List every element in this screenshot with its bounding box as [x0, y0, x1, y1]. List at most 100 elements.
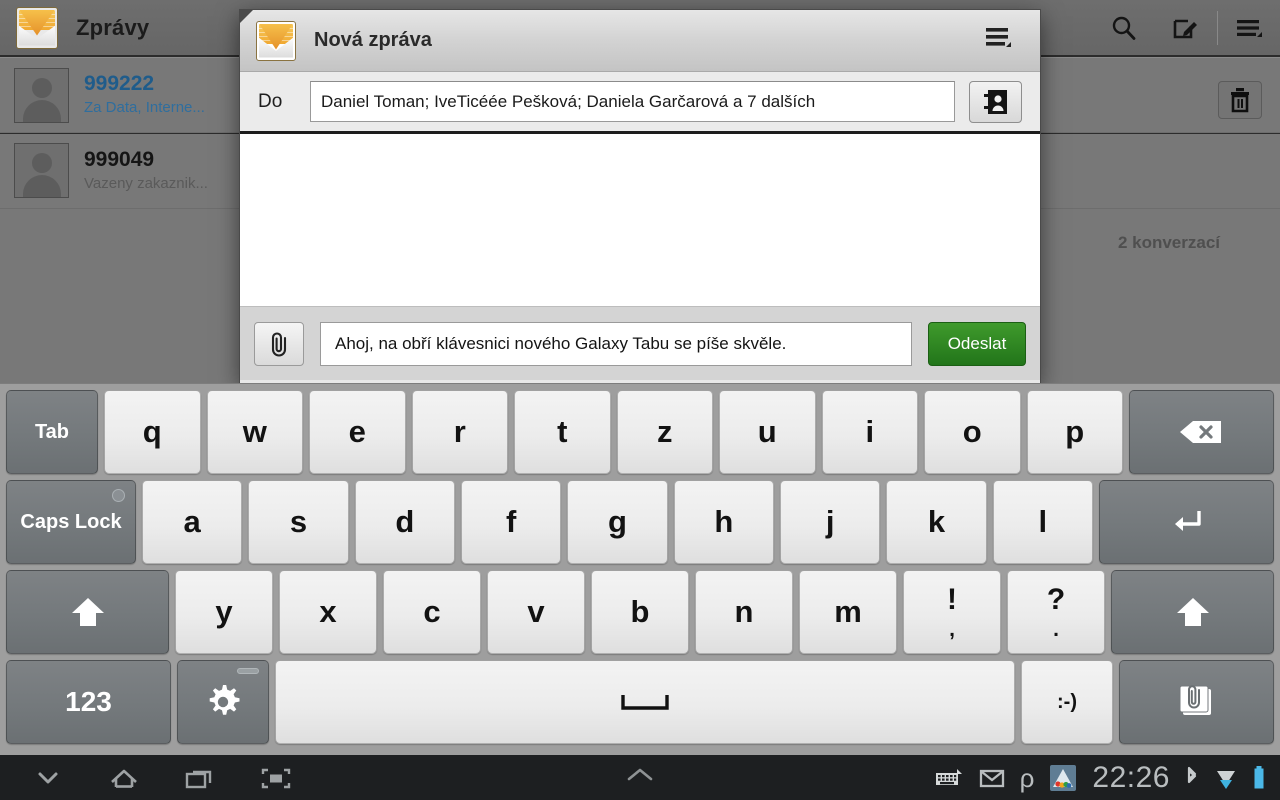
key-d[interactable]: d	[354, 480, 455, 564]
key-s[interactable]: s	[248, 480, 349, 564]
key-attach[interactable]	[1119, 660, 1274, 744]
key-label: i	[865, 414, 875, 449]
key-label: Tab	[34, 420, 70, 443]
key-r[interactable]: r	[411, 390, 508, 474]
compose-bar: Ahoj, na obří klávesnici nového Galaxy T…	[240, 306, 1040, 380]
key-g[interactable]: g	[567, 480, 668, 564]
keyboard-icon[interactable]	[934, 766, 964, 790]
key-f[interactable]: f	[460, 480, 562, 564]
key-label: k	[927, 504, 946, 539]
key-a[interactable]: a	[142, 480, 243, 564]
key-t[interactable]: t	[514, 390, 611, 474]
key-enter[interactable]	[1098, 480, 1274, 564]
message-body-area[interactable]	[240, 134, 1040, 306]
message-input[interactable]: Ahoj, na obří klávesnici nového Galaxy T…	[320, 321, 912, 366]
key-label: g	[608, 504, 627, 539]
attach-button[interactable]	[254, 321, 304, 366]
dialog-title-bar: Nová zpráva	[240, 10, 1040, 72]
key-b[interactable]: b	[591, 570, 689, 654]
key-label: p	[1065, 414, 1085, 449]
key-label: t	[557, 414, 568, 449]
rho-icon[interactable]: ρ	[1020, 765, 1035, 791]
key-label: o	[962, 414, 982, 449]
key-sublabel: ,	[949, 617, 955, 641]
key-q[interactable]: q	[104, 390, 201, 474]
key-i[interactable]: i	[821, 390, 918, 474]
key-label: b	[630, 594, 650, 629]
dialog-title: Nová zpráva	[314, 29, 432, 51]
key-label: a	[183, 504, 201, 539]
search-icon[interactable]	[1093, 0, 1155, 55]
key-label: d	[395, 504, 415, 539]
dialog-body: Do Daniel Toman; IveTicéée Pešková; Dani…	[240, 72, 1040, 306]
gmail-icon[interactable]	[978, 767, 1006, 789]
key-label: c	[423, 594, 441, 629]
key-n[interactable]: n	[695, 570, 793, 654]
key-c[interactable]: c	[383, 570, 481, 654]
contacts-icon	[983, 89, 1007, 114]
key-l[interactable]: l	[992, 480, 1093, 564]
key-exclamation[interactable]: !,	[903, 570, 1001, 654]
recipient-input[interactable]: Daniel Toman; IveTicéée Pešková; Daniela…	[310, 81, 955, 122]
bluetooth-icon	[1184, 765, 1200, 791]
key-label: :-)	[1057, 690, 1077, 713]
keyboard-row-2: Caps Lock a s d f g h j k l	[6, 480, 1274, 564]
settings-indicator	[237, 668, 259, 674]
key-backspace[interactable]	[1129, 390, 1274, 474]
menu-icon[interactable]	[1218, 0, 1280, 55]
key-label: u	[757, 414, 777, 449]
key-tab[interactable]: Tab	[6, 390, 98, 474]
key-settings[interactable]	[177, 660, 269, 744]
key-e[interactable]: e	[309, 390, 406, 474]
key-j[interactable]: j	[779, 480, 881, 564]
key-label: m	[834, 594, 862, 629]
key-y[interactable]: y	[175, 570, 273, 654]
gear-icon	[201, 680, 245, 724]
key-o[interactable]: o	[924, 390, 1021, 474]
key-label: 123	[65, 686, 112, 717]
key-u[interactable]: u	[719, 390, 816, 474]
chevron-up-icon[interactable]	[620, 765, 660, 790]
key-shift[interactable]	[6, 570, 169, 654]
send-button[interactable]: Odeslat	[928, 321, 1026, 366]
key-m[interactable]: m	[799, 570, 897, 654]
trash-icon	[1231, 88, 1249, 113]
corner-marker	[240, 10, 253, 23]
screenshot-icon[interactable]	[250, 755, 302, 800]
key-v[interactable]: v	[487, 570, 585, 654]
key-numeric[interactable]: 123	[6, 660, 171, 744]
back-icon[interactable]	[22, 755, 74, 800]
space-icon	[615, 689, 675, 715]
key-h[interactable]: h	[673, 480, 774, 564]
keyboard-row-4: 123 :-)	[6, 660, 1274, 744]
key-shift[interactable]	[1111, 570, 1274, 654]
key-w[interactable]: w	[206, 390, 303, 474]
recents-icon[interactable]	[174, 755, 226, 800]
avatar	[14, 143, 69, 198]
key-x[interactable]: x	[279, 570, 377, 654]
key-label: s	[289, 504, 308, 539]
action-bar-buttons	[1093, 0, 1280, 55]
key-label: n	[734, 594, 754, 629]
compose-icon[interactable]	[1155, 0, 1217, 55]
menu-icon[interactable]	[984, 24, 1014, 57]
key-caps-lock[interactable]: Caps Lock	[6, 480, 136, 564]
key-question[interactable]: ?.	[1007, 570, 1105, 654]
delete-button[interactable]	[1218, 81, 1262, 119]
conversation-name: 999049	[84, 147, 155, 171]
key-label: e	[348, 414, 366, 449]
page-title: Zprávy	[76, 14, 150, 40]
status-tray: ρ 22:26	[934, 761, 1280, 795]
key-emoticon[interactable]: :-)	[1021, 660, 1113, 744]
key-z[interactable]: z	[616, 390, 713, 474]
contacts-picker-button[interactable]	[969, 80, 1022, 123]
key-space[interactable]	[275, 660, 1015, 744]
gallery-icon[interactable]	[1048, 763, 1078, 793]
key-label: j	[825, 504, 835, 539]
key-label: x	[319, 594, 337, 629]
home-icon[interactable]	[98, 755, 150, 800]
key-p[interactable]: p	[1026, 390, 1123, 474]
new-message-dialog: Nová zpráva Do Daniel Toman; IveTicéée P…	[240, 10, 1040, 383]
key-label: h	[714, 504, 734, 539]
key-k[interactable]: k	[886, 480, 987, 564]
